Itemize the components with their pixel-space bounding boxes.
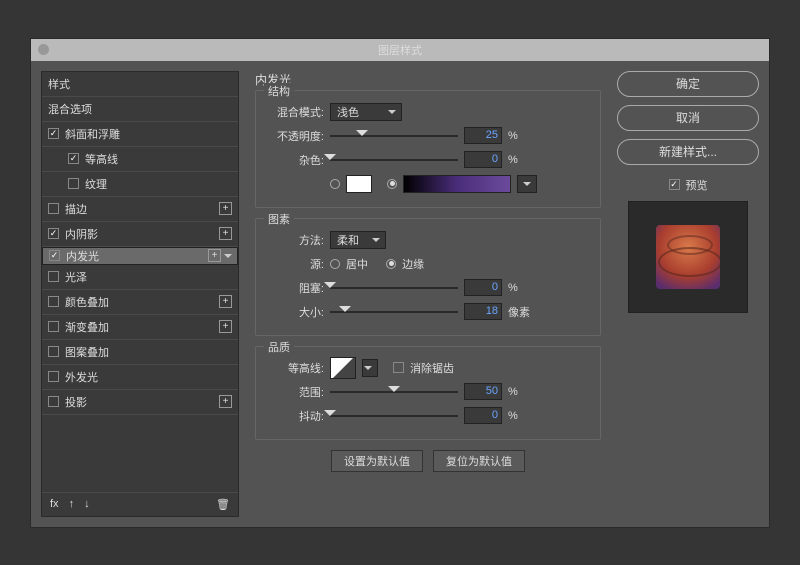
technique-select[interactable]: 柔和 bbox=[330, 231, 386, 249]
checkbox-icon[interactable] bbox=[48, 346, 59, 357]
source-edge-radio[interactable] bbox=[386, 259, 396, 269]
sidebar-item-innerglow[interactable]: 内发光+ bbox=[42, 247, 238, 265]
choke-slider[interactable] bbox=[330, 281, 458, 295]
sidebar-item-satin[interactable]: 光泽 bbox=[42, 265, 238, 290]
add-icon[interactable]: + bbox=[219, 395, 232, 408]
trash-icon[interactable]: 🗑 bbox=[216, 498, 230, 511]
contour-menu[interactable] bbox=[362, 359, 378, 377]
gradient-menu[interactable] bbox=[517, 175, 537, 193]
new-style-button[interactable]: 新建样式... bbox=[617, 139, 759, 165]
color-type-solid-radio[interactable] bbox=[330, 179, 340, 189]
sidebar-item-pattov[interactable]: 图案叠加 bbox=[42, 340, 238, 365]
titlebar: 图层样式 bbox=[31, 39, 769, 61]
jitter-input[interactable]: 0 bbox=[464, 407, 502, 424]
reset-default-button[interactable]: 复位为默认值 bbox=[433, 450, 525, 472]
size-input[interactable]: 18 bbox=[464, 303, 502, 320]
fx-icon[interactable]: fx bbox=[50, 498, 59, 510]
checkbox-icon[interactable] bbox=[48, 296, 59, 307]
checkbox-icon[interactable] bbox=[49, 250, 60, 261]
add-icon[interactable]: + bbox=[219, 227, 232, 240]
close-icon[interactable] bbox=[38, 44, 49, 55]
style-list: 样式 混合选项 斜面和浮雕 等高线 纹理 描边+ 内阴影+ 内发光+ 光泽 颜色… bbox=[41, 71, 239, 517]
checkbox-icon[interactable] bbox=[68, 153, 79, 164]
checkbox-icon[interactable] bbox=[48, 371, 59, 382]
preview-panel bbox=[628, 201, 748, 313]
sidebar-item-contour[interactable]: 等高线 bbox=[42, 147, 238, 172]
color-swatch[interactable] bbox=[346, 175, 372, 193]
checkbox-icon[interactable] bbox=[48, 396, 59, 407]
sidebar-item-outerglow[interactable]: 外发光 bbox=[42, 365, 238, 390]
range-slider[interactable] bbox=[330, 385, 458, 399]
add-icon[interactable]: + bbox=[219, 320, 232, 333]
checkbox-icon[interactable] bbox=[48, 321, 59, 332]
add-icon[interactable]: + bbox=[208, 249, 221, 262]
group-structure: 结构 混合模式:浅色 不透明度:25% 杂色:0% bbox=[255, 90, 601, 208]
cancel-button[interactable]: 取消 bbox=[617, 105, 759, 131]
ok-button[interactable]: 确定 bbox=[617, 71, 759, 97]
preview-checkbox[interactable] bbox=[669, 179, 680, 190]
checkbox-icon[interactable] bbox=[48, 203, 59, 214]
contour-picker[interactable] bbox=[330, 357, 356, 379]
sidebar-item-innershadow[interactable]: 内阴影+ bbox=[42, 222, 238, 247]
sidebar-item-colorov[interactable]: 颜色叠加+ bbox=[42, 290, 238, 315]
group-quality: 品质 等高线: 消除锯齿 范围:50% 抖动:0% bbox=[255, 346, 601, 440]
settings-panel: 内发光 结构 混合模式:浅色 不透明度:25% 杂色:0% 图素 方法:柔和 源… bbox=[247, 71, 609, 517]
add-icon[interactable]: + bbox=[219, 202, 232, 215]
add-icon[interactable]: + bbox=[219, 295, 232, 308]
opacity-slider[interactable] bbox=[330, 129, 458, 143]
checkbox-icon[interactable] bbox=[68, 178, 79, 189]
noise-slider[interactable] bbox=[330, 153, 458, 167]
blend-mode-select[interactable]: 浅色 bbox=[330, 103, 402, 121]
side-buttons: 确定 取消 新建样式... 预览 bbox=[617, 71, 759, 517]
source-center-radio[interactable] bbox=[330, 259, 340, 269]
sidebar-item-drop[interactable]: 投影+ bbox=[42, 390, 238, 415]
choke-input[interactable]: 0 bbox=[464, 279, 502, 296]
checkbox-icon[interactable] bbox=[48, 128, 59, 139]
jitter-slider[interactable] bbox=[330, 409, 458, 423]
group-elements: 图素 方法:柔和 源:居中 边缘 阻塞:0% 大小:18像素 bbox=[255, 218, 601, 336]
opacity-input[interactable]: 25 bbox=[464, 127, 502, 144]
sidebar-item-styles[interactable]: 样式 bbox=[42, 72, 238, 97]
layer-style-dialog: 图层样式 样式 混合选项 斜面和浮雕 等高线 纹理 描边+ 内阴影+ 内发光+ … bbox=[30, 38, 770, 528]
arrow-up-icon[interactable]: ↑ bbox=[69, 498, 75, 510]
sidebar-item-stroke[interactable]: 描边+ bbox=[42, 197, 238, 222]
gradient-picker[interactable] bbox=[403, 175, 511, 193]
sidebar-item-blend[interactable]: 混合选项 bbox=[42, 97, 238, 122]
checkbox-icon[interactable] bbox=[48, 271, 59, 282]
sidebar-item-gradov[interactable]: 渐变叠加+ bbox=[42, 315, 238, 340]
dialog-title: 图层样式 bbox=[378, 45, 422, 57]
arrow-down-icon[interactable]: ↓ bbox=[84, 498, 90, 510]
color-type-gradient-radio[interactable] bbox=[387, 179, 397, 189]
sidebar-footer: fx ↑ ↓ 🗑 bbox=[42, 492, 238, 516]
range-input[interactable]: 50 bbox=[464, 383, 502, 400]
sidebar-item-bevel[interactable]: 斜面和浮雕 bbox=[42, 122, 238, 147]
size-slider[interactable] bbox=[330, 305, 458, 319]
preview-thumbnail bbox=[656, 225, 720, 289]
panel-title: 内发光 bbox=[255, 71, 601, 88]
checkbox-icon[interactable] bbox=[48, 228, 59, 239]
antialias-checkbox[interactable] bbox=[393, 362, 404, 373]
sidebar-item-texture[interactable]: 纹理 bbox=[42, 172, 238, 197]
make-default-button[interactable]: 设置为默认值 bbox=[331, 450, 423, 472]
noise-input[interactable]: 0 bbox=[464, 151, 502, 168]
